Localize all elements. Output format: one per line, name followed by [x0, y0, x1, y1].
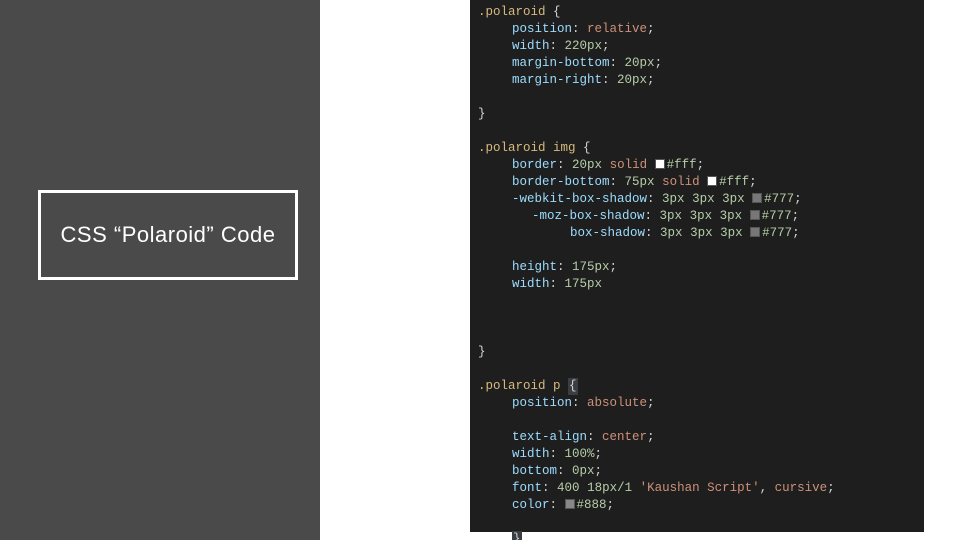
css-prop: position [512, 22, 572, 36]
color-swatch-icon [655, 159, 665, 169]
css-prop: margin-right [512, 73, 602, 87]
css-value: relative [587, 22, 647, 36]
css-prop: width [512, 39, 550, 53]
title-box: CSS “Polaroid” Code [38, 190, 298, 280]
css-value: 220px [565, 39, 603, 53]
selector: .polaroid p [478, 379, 561, 393]
color-swatch-icon [707, 176, 717, 186]
css-prop: color [512, 498, 550, 512]
sidebar: CSS “Polaroid” Code [0, 0, 320, 540]
slide-title: CSS “Polaroid” Code [61, 222, 276, 248]
close-brace-icon: } [512, 531, 522, 540]
code-editor: .polaroid { position: relative; width: 2… [470, 0, 924, 532]
color-swatch-icon [750, 210, 760, 220]
css-prop: width [512, 447, 550, 461]
color-swatch-icon [752, 193, 762, 203]
cursor-icon: { [568, 378, 578, 395]
css-value: 20px [617, 73, 647, 87]
css-prop: position [512, 396, 572, 410]
selector: .polaroid [478, 5, 546, 19]
css-prop: text-align [512, 430, 587, 444]
css-prop: font [512, 481, 542, 495]
slide: CSS “Polaroid” Code .polaroid { position… [0, 0, 960, 540]
css-prop: border-bottom [512, 175, 610, 189]
css-prop: -webkit-box-shadow [512, 192, 647, 206]
css-prop: border [512, 158, 557, 172]
color-swatch-icon [565, 499, 575, 509]
css-prop: -moz-box-shadow [532, 209, 645, 223]
css-value: 20px [625, 56, 655, 70]
css-prop: width [512, 277, 550, 291]
color-swatch-icon [750, 227, 760, 237]
css-prop: margin-bottom [512, 56, 610, 70]
css-prop: height [512, 260, 557, 274]
selector: .polaroid img [478, 141, 576, 155]
css-prop: box-shadow [570, 226, 645, 240]
css-prop: bottom [512, 464, 557, 478]
